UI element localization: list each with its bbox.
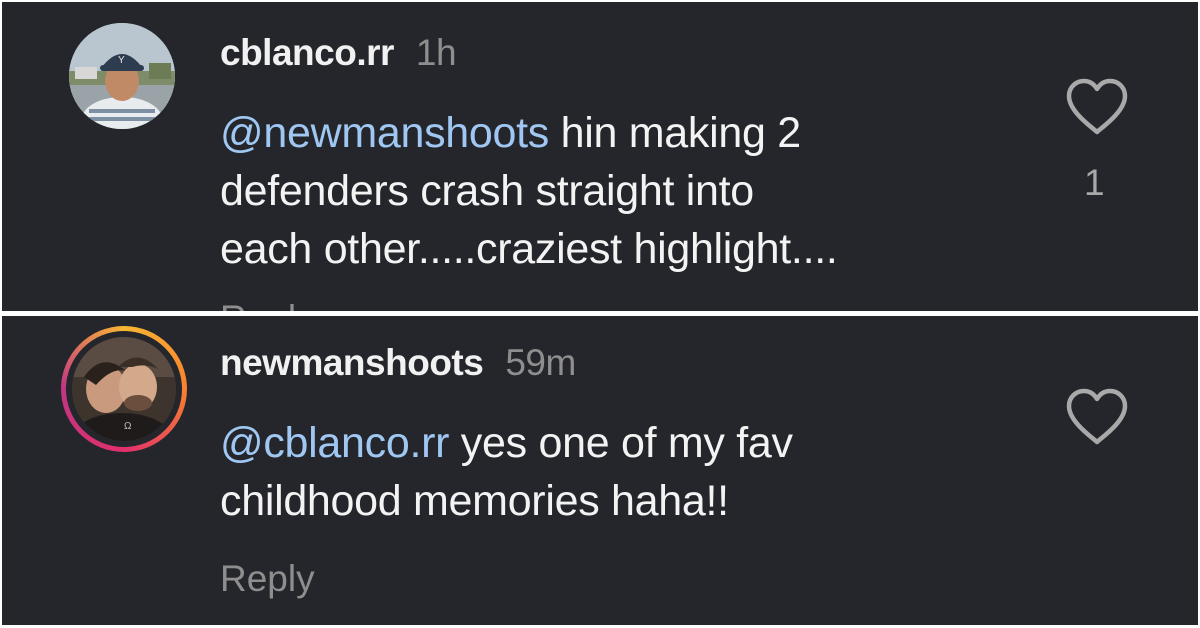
comment-text-segment: hin making 2 bbox=[548, 109, 802, 157]
heart-icon[interactable] bbox=[1065, 388, 1129, 446]
comment-line: @cblanco.rr yes one of my fav bbox=[220, 414, 1000, 472]
profile-photo-icon: Ω bbox=[72, 337, 176, 441]
svg-text:Ω: Ω bbox=[124, 421, 132, 432]
comment-time: 59m bbox=[505, 342, 576, 383]
username[interactable]: newmanshoots bbox=[220, 342, 484, 383]
mention-link[interactable]: @cblanco.rr bbox=[220, 419, 449, 467]
reply-button[interactable]: Reply bbox=[220, 558, 315, 600]
profile-photo-icon: Y bbox=[69, 23, 175, 129]
comment-text: @newmanshoots hin making 2 defenders cra… bbox=[220, 104, 1000, 278]
heart-icon[interactable] bbox=[1065, 78, 1129, 136]
comment-line: @newmanshoots hin making 2 bbox=[220, 104, 1000, 162]
avatar-ring-inner: Ω bbox=[66, 331, 182, 447]
like-count: 1 bbox=[1084, 162, 1105, 203]
story-ring[interactable]: Ω bbox=[61, 326, 187, 452]
comment-line: defenders crash straight into bbox=[220, 167, 754, 215]
comment-text: @cblanco.rr yes one of my fav childhood … bbox=[220, 414, 1000, 530]
avatar[interactable]: Y bbox=[69, 23, 175, 129]
svg-text:Y: Y bbox=[118, 55, 125, 66]
comment-item: Y cblanco.rr 1h @newmanshoots hin making … bbox=[2, 2, 1198, 311]
comment-line: each other.....craziest highlight.... bbox=[220, 225, 838, 273]
comment-username-line: cblanco.rr 1h bbox=[220, 32, 457, 74]
comment-line: childhood memories haha!! bbox=[220, 477, 729, 525]
comment-text-segment: yes one of my fav bbox=[449, 419, 793, 467]
comment-item: Ω newmanshoots 59m @cblanco.rr yes one of… bbox=[2, 316, 1198, 625]
comment-username-line: newmanshoots 59m bbox=[220, 342, 576, 384]
reply-button[interactable]: Reply bbox=[220, 298, 315, 311]
avatar: Ω bbox=[72, 337, 176, 441]
username[interactable]: cblanco.rr bbox=[220, 32, 394, 73]
comment-time: 1h bbox=[415, 32, 457, 73]
mention-link[interactable]: @newmanshoots bbox=[220, 109, 549, 157]
